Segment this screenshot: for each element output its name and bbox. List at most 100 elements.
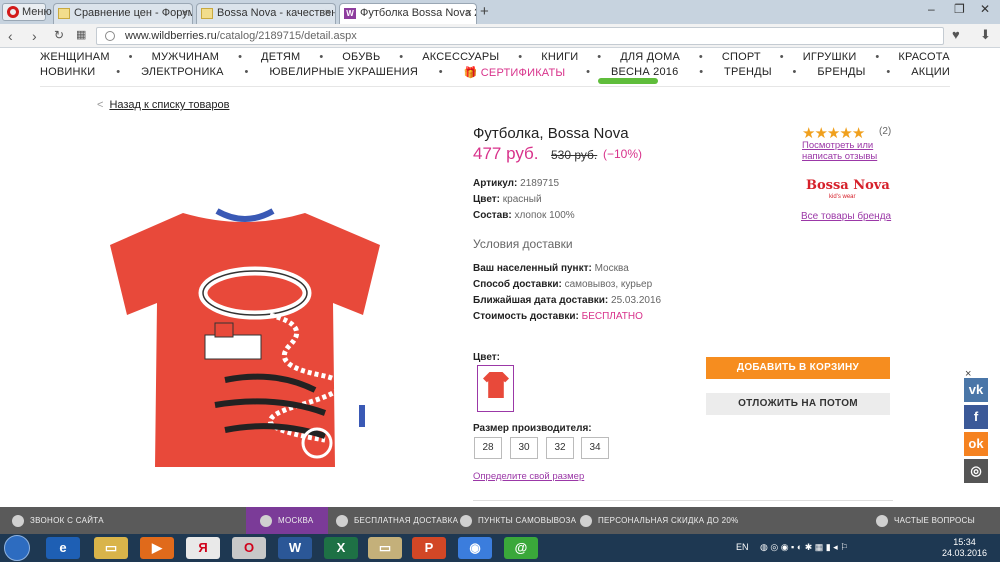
tshirt-collar bbox=[215, 208, 275, 222]
percent-icon bbox=[580, 514, 592, 527]
nav-item-beauty[interactable]: КРАСОТА bbox=[898, 51, 949, 63]
address-bar: ‹ › ↻ ▦ www.wildberries.ru/catalog/21897… bbox=[0, 24, 1000, 48]
browser-menu-button[interactable]: Меню bbox=[2, 3, 52, 21]
nav-item-kids[interactable]: ДЕТЯМ bbox=[261, 51, 300, 63]
nav-item-electronics[interactable]: ЭЛЕКТРОНИКА bbox=[141, 66, 224, 79]
url-input[interactable]: www.wildberries.ru/catalog/2189715/detai… bbox=[96, 27, 944, 45]
product-image[interactable] bbox=[105, 205, 387, 475]
nav-item-sales[interactable]: АКЦИИ bbox=[911, 66, 950, 79]
free-delivery-link[interactable]: БЕСПЛАТНАЯ ДОСТАВКА bbox=[336, 507, 458, 534]
word-icon[interactable]: W bbox=[278, 537, 312, 559]
brand-logo[interactable]: Bossa Nova bbox=[806, 178, 890, 193]
nav-item-toys[interactable]: ИГРУШКИ bbox=[803, 51, 857, 63]
folder-icon bbox=[58, 8, 70, 19]
callback-link[interactable]: ЗВОНОК С САЙТА bbox=[12, 507, 104, 534]
phone-icon bbox=[12, 514, 24, 527]
nav-item-women[interactable]: ЖЕНЩИНАМ bbox=[40, 51, 110, 63]
delivery-cost-row: Стоимость доставки: БЕСПЛАТНО bbox=[473, 311, 643, 322]
close-window-icon[interactable]: ✕ bbox=[980, 2, 990, 16]
excel-icon[interactable]: X bbox=[324, 537, 358, 559]
color-swatch-red[interactable] bbox=[477, 365, 514, 412]
size-guide-link[interactable]: Определите свой размер bbox=[473, 471, 584, 482]
tab-bossa-nova[interactable]: Bossa Nova - качественн × bbox=[196, 3, 336, 24]
old-price: 530 руб. bbox=[551, 148, 598, 162]
download-icon[interactable]: ⬇ bbox=[980, 27, 991, 43]
truck-icon bbox=[336, 514, 348, 527]
ie-icon[interactable]: e bbox=[46, 537, 80, 559]
nav-row-categories: ЖЕНЩИНАМ • МУЖЧИНАМ • ДЕТЯМ • ОБУВЬ • АКСЕСС… bbox=[40, 51, 950, 63]
windows-start-button[interactable] bbox=[4, 535, 30, 561]
powerpoint-icon[interactable]: P bbox=[412, 537, 446, 559]
gift-icon: 🎁 bbox=[463, 67, 481, 79]
close-tab-icon[interactable]: × bbox=[182, 4, 188, 23]
explorer-icon[interactable]: ▭ bbox=[94, 537, 128, 559]
tab-tshirt-active[interactable]: W Футболка Bossa Nova 2189 × bbox=[339, 3, 477, 24]
pin-icon bbox=[460, 514, 472, 527]
all-brand-products-link[interactable]: Все товары бренда bbox=[801, 211, 891, 222]
site-info-icon[interactable] bbox=[105, 31, 115, 41]
question-icon bbox=[876, 514, 888, 527]
article-row: Артикул: 2189715 bbox=[473, 178, 560, 189]
nav-item-books[interactable]: КНИГИ bbox=[541, 51, 578, 63]
save-for-later-button[interactable]: ОТЛОЖИТЬ НА ПОТОМ bbox=[706, 393, 890, 415]
language-indicator[interactable]: EN bbox=[736, 542, 749, 552]
city-selector[interactable]: МОСКВА bbox=[246, 507, 328, 534]
system-clock[interactable]: 15:34 24.03.2016 bbox=[942, 537, 987, 559]
product-title: Футболка, Bossa Nova bbox=[473, 125, 629, 142]
delivery-date-row: Ближайшая дата доставки: 25.03.2016 bbox=[473, 295, 662, 306]
new-tab-plus-icon[interactable]: + bbox=[480, 3, 489, 20]
location-arrow-icon bbox=[260, 514, 272, 527]
chevron-left-icon: < bbox=[97, 99, 104, 111]
instagram-icon[interactable]: ◎ bbox=[964, 459, 988, 483]
nav-item-home[interactable]: ДЛЯ ДОМА bbox=[620, 51, 680, 63]
bookmark-heart-icon[interactable]: ♥ bbox=[952, 27, 960, 42]
reviews-link[interactable]: Посмотреть или написать отзывы bbox=[802, 140, 877, 162]
size-option-34[interactable]: 34 bbox=[581, 437, 609, 459]
tab-price-compare[interactable]: Сравнение цен - Форум × bbox=[53, 3, 193, 24]
nav-item-shoes[interactable]: ОБУВЬ bbox=[342, 51, 380, 63]
facebook-icon[interactable]: f bbox=[964, 405, 988, 429]
opera-icon[interactable]: O bbox=[232, 537, 266, 559]
maximize-icon[interactable]: ❐ bbox=[954, 2, 965, 16]
rating-count: (2) bbox=[879, 126, 892, 137]
nav-item-certificates[interactable]: 🎁 СЕРТИФИКАТЫ bbox=[464, 66, 566, 79]
speed-dial-icon[interactable]: ▦ bbox=[76, 28, 86, 41]
discount-badge: (−10%) bbox=[603, 147, 643, 161]
chrome-icon[interactable]: ◉ bbox=[458, 537, 492, 559]
nav-item-jewelry[interactable]: ЮВЕЛИРНЫЕ УКРАШЕНИЯ bbox=[269, 66, 418, 79]
tray-icons[interactable]: ◍ ◎ ◉ ▪ ◐ ✱ ▦ ▮ ◂ ⚐ bbox=[760, 542, 848, 553]
minimize-icon[interactable]: – bbox=[928, 2, 935, 16]
folder-icon bbox=[201, 8, 213, 19]
nav-divider bbox=[40, 86, 950, 87]
nav-item-sport[interactable]: СПОРТ bbox=[722, 51, 761, 63]
size-option-28[interactable]: 28 bbox=[474, 437, 502, 459]
opera-logo-icon bbox=[7, 6, 19, 18]
folder-icon[interactable]: ▭ bbox=[368, 537, 402, 559]
yandex-icon[interactable]: Я bbox=[186, 537, 220, 559]
nav-item-new[interactable]: НОВИНКИ bbox=[40, 66, 95, 79]
reload-icon[interactable]: ↻ bbox=[54, 28, 64, 42]
back-arrow-icon[interactable]: ‹ bbox=[8, 28, 13, 44]
nav-item-men[interactable]: МУЖЧИНАМ bbox=[152, 51, 220, 63]
nav-item-accessories[interactable]: АКСЕССУАРЫ bbox=[422, 51, 499, 63]
odnoklassniki-icon[interactable]: ok bbox=[964, 432, 988, 456]
add-to-cart-button[interactable]: ДОБАВИТЬ В КОРЗИНУ bbox=[706, 357, 890, 379]
personal-discount-link[interactable]: ПЕРСОНАЛЬНАЯ СКИДКА ДО 20% bbox=[580, 507, 739, 534]
size-option-30[interactable]: 30 bbox=[510, 437, 538, 459]
close-tab-icon[interactable]: × bbox=[325, 4, 331, 23]
close-tab-icon[interactable]: × bbox=[466, 4, 472, 23]
forward-arrow-icon[interactable]: › bbox=[32, 28, 37, 44]
nav-item-brands[interactable]: БРЕНДЫ bbox=[817, 66, 865, 79]
vk-icon[interactable]: vk bbox=[964, 378, 988, 402]
color-option-label: Цвет: bbox=[473, 352, 500, 363]
faq-link[interactable]: ЧАСТЫЕ ВОПРОСЫ bbox=[876, 507, 975, 534]
pickup-points-link[interactable]: ПУНКТЫ САМОВЫВОЗА bbox=[460, 507, 576, 534]
site-navigation: ЖЕНЩИНАМ • МУЖЧИНАМ • ДЕТЯМ • ОБУВЬ • АКСЕСС… bbox=[0, 48, 1000, 86]
back-to-list-link[interactable]: < Назад к списку товаров bbox=[97, 99, 229, 111]
brand-logo-subtitle: kid's wear bbox=[829, 194, 856, 200]
content-divider bbox=[473, 500, 893, 501]
nav-item-trends[interactable]: ТРЕНДЫ bbox=[724, 66, 772, 79]
media-player-icon[interactable]: ▶ bbox=[140, 537, 174, 559]
size-option-32[interactable]: 32 bbox=[546, 437, 574, 459]
mail-agent-icon[interactable]: @ bbox=[504, 537, 538, 559]
